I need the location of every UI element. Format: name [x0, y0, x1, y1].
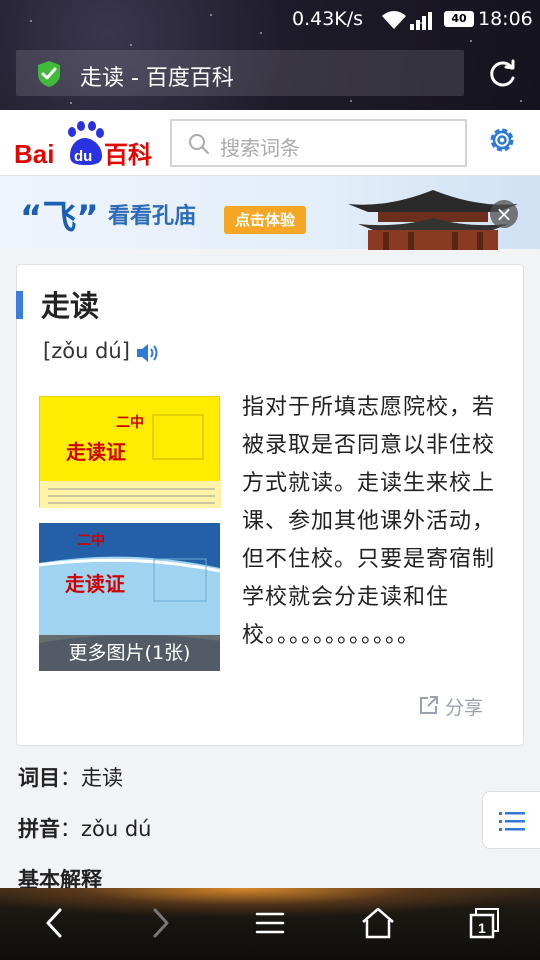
search-placeholder: 搜索词条 [220, 136, 300, 160]
toc-button[interactable] [482, 791, 540, 849]
address-bar[interactable]: 走读 - 百度百科 [16, 50, 464, 96]
share-button[interactable]: 分享 [420, 693, 484, 720]
image2-title: 二中 [77, 532, 105, 549]
entry-fields: 词目：走读 拼音：zǒu dú 基本解释 [18, 762, 152, 894]
reload-icon[interactable] [486, 58, 518, 90]
entry-title: 走读 [41, 289, 100, 323]
wifi-icon [382, 11, 406, 29]
banner-quote-text: “飞” [20, 198, 99, 238]
share-label: 分享 [445, 697, 484, 719]
svg-text:Bai: Bai [14, 139, 54, 169]
battery-indicator: 40 [444, 11, 474, 27]
term-field: 词目：走读 [18, 766, 123, 790]
banner-text: 看看孔庙 [108, 204, 197, 229]
page-tab-title: 走读 - 百度百科 [80, 66, 234, 91]
image1-caption: 走读证 [66, 440, 126, 464]
search-input[interactable]: 搜索词条 [170, 119, 467, 167]
gear-icon[interactable] [486, 124, 518, 156]
image2-caption: 走读证 [65, 572, 125, 596]
signal-icon [410, 12, 432, 30]
entry-card: 走读 [zǒu dú] 二中 走读证 二中 走读证 更多图片(1张) 指对于所填… [16, 264, 524, 746]
shield-check-icon [38, 61, 60, 87]
menu-icon[interactable] [254, 906, 286, 940]
banner-close-button[interactable]: × [490, 200, 518, 228]
status-bar: 0.43K/s 40 18:06 [0, 0, 540, 38]
share-icon [420, 696, 438, 714]
entry-description: 指对于所填志愿院校，若被录取是否同意以非住校方式就读。走读生来校上课、参加其他课… [242, 395, 496, 648]
site-header: Bai du 百科 搜索词条 [0, 110, 540, 176]
title-accent-bar [16, 291, 23, 319]
svg-text:百科: 百科 [104, 141, 152, 169]
tabs-icon[interactable]: 1 [468, 906, 502, 940]
baidu-baike-logo[interactable]: Bai du 百科 [14, 118, 154, 170]
banner-try-button[interactable]: 点击体验 [224, 206, 306, 234]
entry-pinyin: [zǒu dú] [43, 339, 130, 363]
speaker-icon[interactable] [135, 341, 161, 365]
entry-image-2[interactable]: 二中 走读证 更多图片(1张) [39, 523, 220, 671]
image1-title: 二中 [116, 414, 144, 431]
home-icon[interactable] [360, 906, 396, 940]
more-pictures-button[interactable]: 更多图片(1张) [39, 635, 220, 671]
forward-icon[interactable] [143, 906, 177, 940]
entry-image-1[interactable]: 二中 走读证 [39, 396, 221, 508]
search-icon [189, 134, 209, 154]
network-speed: 0.43K/s [292, 8, 364, 30]
term-value: 走读 [81, 766, 123, 790]
svg-text:du: du [74, 148, 92, 165]
pinyin-label: 拼音 [18, 817, 60, 841]
tabs-count: 1 [478, 920, 486, 936]
back-icon[interactable] [38, 906, 72, 940]
list-icon [499, 812, 525, 831]
term-label: 词目 [18, 766, 60, 790]
pinyin-value: zǒu dú [81, 817, 152, 841]
clock: 18:06 [478, 8, 533, 30]
pinyin-field: 拼音：zǒu dú [18, 817, 152, 841]
student-pass-yellow: 二中 走读证 [40, 414, 221, 508]
